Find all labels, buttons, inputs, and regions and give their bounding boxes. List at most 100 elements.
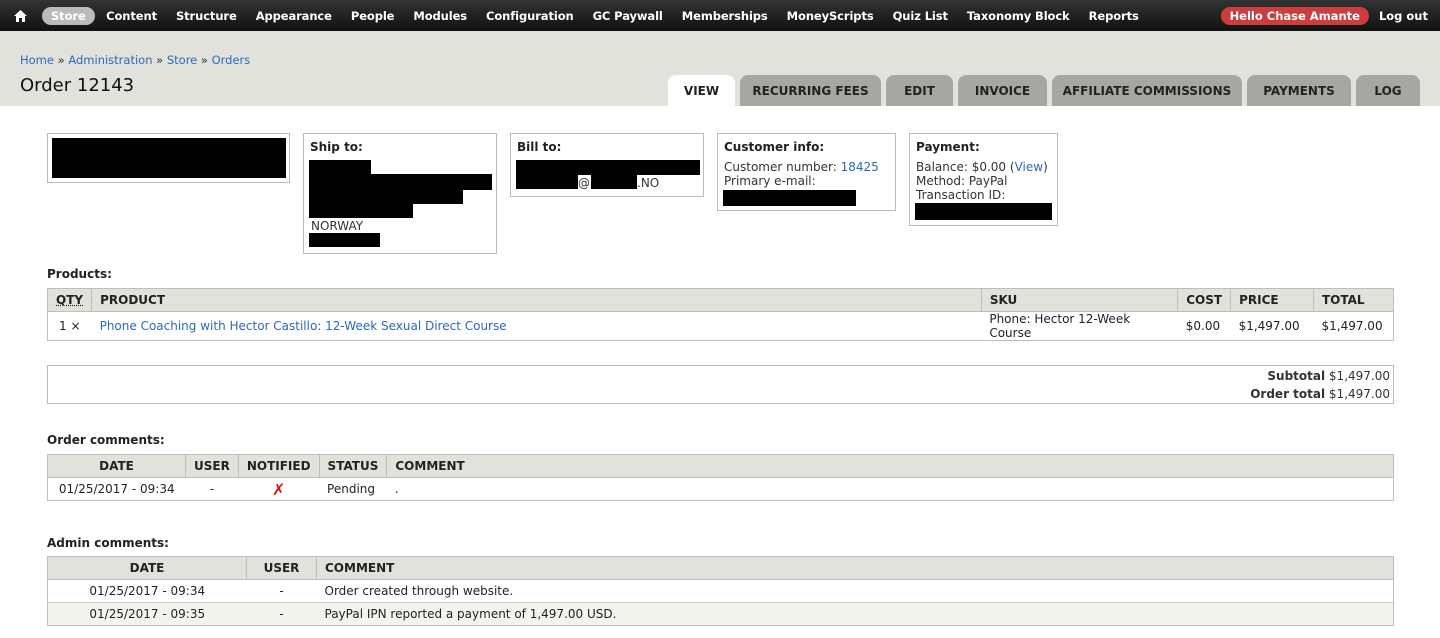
tab-affiliate-commissions[interactable]: AFFILIATE COMMISSIONS — [1052, 75, 1242, 106]
subtotal-label: Subtotal — [1267, 369, 1326, 383]
redacted-block — [309, 160, 371, 174]
admin-comment-text: Order created through website. — [316, 579, 1394, 603]
col-user: USER — [246, 556, 317, 580]
menu-item-store[interactable]: Store — [42, 6, 95, 25]
redacted-block — [516, 160, 700, 175]
table-row: 1 × Phone Coaching with Hector Castillo:… — [47, 311, 1394, 341]
tab-recurring-fees[interactable]: RECURRING FEES — [740, 75, 881, 106]
menu-item-configuration[interactable]: Configuration — [477, 7, 584, 25]
customer-number-label: Customer number: — [724, 160, 837, 174]
breadcrumb-orders[interactable]: Orders — [212, 53, 251, 67]
home-icon[interactable] — [0, 0, 40, 31]
redacted-block — [309, 190, 463, 204]
order-tabs: VIEW RECURRING FEES EDIT INVOICE AFFILIA… — [668, 75, 1425, 106]
product-sku: Phone: Hector 12-Week Course — [981, 311, 1178, 341]
comment-text: . — [386, 477, 1394, 501]
order-total-value: $1,497.00 — [1328, 387, 1390, 401]
bill-to-domain: .NO — [637, 176, 660, 190]
product-cost: $0.00 — [1177, 311, 1231, 341]
col-sku: SKU — [980, 288, 1179, 312]
tab-log[interactable]: LOG — [1356, 75, 1420, 106]
menu-item-reports[interactable]: Reports — [1079, 7, 1148, 25]
col-notified: NOTIFIED — [237, 454, 320, 478]
admin-comment-date: 01/25/2017 - 09:34 — [47, 579, 247, 603]
products-title: Products: — [47, 267, 112, 281]
order-logo-box — [47, 133, 290, 183]
customer-number-link[interactable]: 18425 — [841, 160, 879, 174]
col-status: STATUS — [318, 454, 388, 478]
payment-label: Payment: — [916, 140, 980, 154]
redacted-block — [52, 138, 286, 178]
col-comment: COMMENT — [316, 556, 1394, 580]
breadcrumb-store[interactable]: Store — [167, 53, 197, 67]
breadcrumb-administration[interactable]: Administration — [68, 53, 152, 67]
comment-status: Pending — [319, 477, 387, 501]
col-user: USER — [185, 454, 239, 478]
admin-comment-user: - — [246, 602, 317, 626]
breadcrumb-home[interactable]: Home — [20, 53, 54, 67]
tab-view[interactable]: VIEW — [668, 75, 735, 106]
customer-info-label: Customer info: — [724, 140, 825, 154]
bill-to-box: Bill to: @ .NO — [510, 133, 704, 197]
payment-balance-end: ) — [1043, 160, 1048, 174]
menu-item-memberships[interactable]: Memberships — [672, 7, 777, 25]
menu-item-people[interactable]: People — [341, 7, 404, 25]
order-comments-title: Order comments: — [47, 433, 165, 447]
tab-invoice[interactable]: INVOICE — [958, 75, 1047, 106]
bill-to-label: Bill to: — [517, 140, 562, 154]
tab-payments[interactable]: PAYMENTS — [1247, 75, 1351, 106]
admin-comment-text: PayPal IPN reported a payment of 1,497.0… — [316, 602, 1394, 626]
payment-box: Payment: Balance: $0.00 (View) Method: P… — [909, 133, 1058, 226]
payment-view-link[interactable]: View — [1015, 160, 1043, 174]
breadcrumb: Home » Administration » Store » Orders — [20, 53, 251, 67]
page-title: Order 12143 — [20, 75, 135, 96]
tab-edit[interactable]: EDIT — [886, 75, 953, 106]
col-date: DATE — [47, 556, 247, 580]
menu-item-moneyscripts[interactable]: MoneyScripts — [777, 7, 883, 25]
table-row: 01/25/2017 - 09:34 - ✗ Pending . — [47, 477, 1394, 501]
redacted-block — [915, 203, 1052, 220]
menu-item-appearance[interactable]: Appearance — [246, 7, 341, 25]
col-cost: COST — [1177, 288, 1232, 312]
primary-email-label: Primary e-mail: — [724, 174, 816, 188]
customer-info-box: Customer info: Customer number: 18425 Pr… — [717, 133, 896, 211]
col-comment: COMMENT — [386, 454, 1394, 478]
ship-to-box: Ship to: NORWAY — [303, 133, 497, 254]
comment-date: 01/25/2017 - 09:34 — [47, 477, 186, 501]
col-total: TOTAL — [1313, 288, 1394, 312]
logout-link[interactable]: Log out — [1379, 9, 1428, 23]
redacted-block — [309, 204, 413, 218]
table-row: 01/25/2017 - 09:34 - Order created throu… — [47, 579, 1394, 603]
col-product: PRODUCT — [91, 288, 982, 312]
menu-item-gc-paywall[interactable]: GC Paywall — [583, 7, 672, 25]
col-date: DATE — [47, 454, 186, 478]
menu-item-quiz-list[interactable]: Quiz List — [883, 7, 957, 25]
redacted-block — [309, 233, 380, 247]
ship-to-label: Ship to: — [310, 140, 363, 154]
menu-item-taxonomy-block[interactable]: Taxonomy Block — [957, 7, 1079, 25]
menu-item-content[interactable]: Content — [97, 7, 167, 25]
col-qty: QTY — [46, 288, 93, 312]
order-total-label: Order total — [1250, 387, 1326, 401]
payment-balance: Balance: $0.00 ( — [916, 160, 1015, 174]
admin-menu: Store Content Structure Appearance Peopl… — [40, 0, 1148, 31]
product-link[interactable]: Phone Coaching with Hector Castillo: 12-… — [100, 319, 507, 333]
order-totals-box: Subtotal $1,497.00 Order total $1,497.00 — [47, 365, 1394, 404]
payment-method: Method: PayPal — [916, 174, 1008, 188]
user-greeting-badge[interactable]: Hello Chase Amante — [1220, 6, 1369, 25]
products-table: QTY PRODUCT SKU COST PRICE TOTAL 1 × Pho… — [46, 288, 1394, 341]
redacted-block — [591, 175, 637, 189]
not-notified-icon: ✗ — [271, 479, 286, 499]
admin-toolbar: Store Content Structure Appearance Peopl… — [0, 0, 1440, 31]
admin-comment-user: - — [246, 579, 317, 603]
table-row: 01/25/2017 - 09:35 - PayPal IPN reported… — [47, 602, 1394, 626]
menu-item-modules[interactable]: Modules — [404, 7, 477, 25]
col-price: PRICE — [1230, 288, 1314, 312]
admin-comments-title: Admin comments: — [47, 536, 169, 550]
menu-item-structure[interactable]: Structure — [166, 7, 246, 25]
page-header: Home » Administration » Store » Orders O… — [0, 31, 1440, 106]
admin-comment-date: 01/25/2017 - 09:35 — [47, 602, 247, 626]
product-price: $1,497.00 — [1230, 311, 1314, 341]
product-qty: 1 × — [47, 311, 92, 341]
redacted-block — [516, 175, 578, 189]
